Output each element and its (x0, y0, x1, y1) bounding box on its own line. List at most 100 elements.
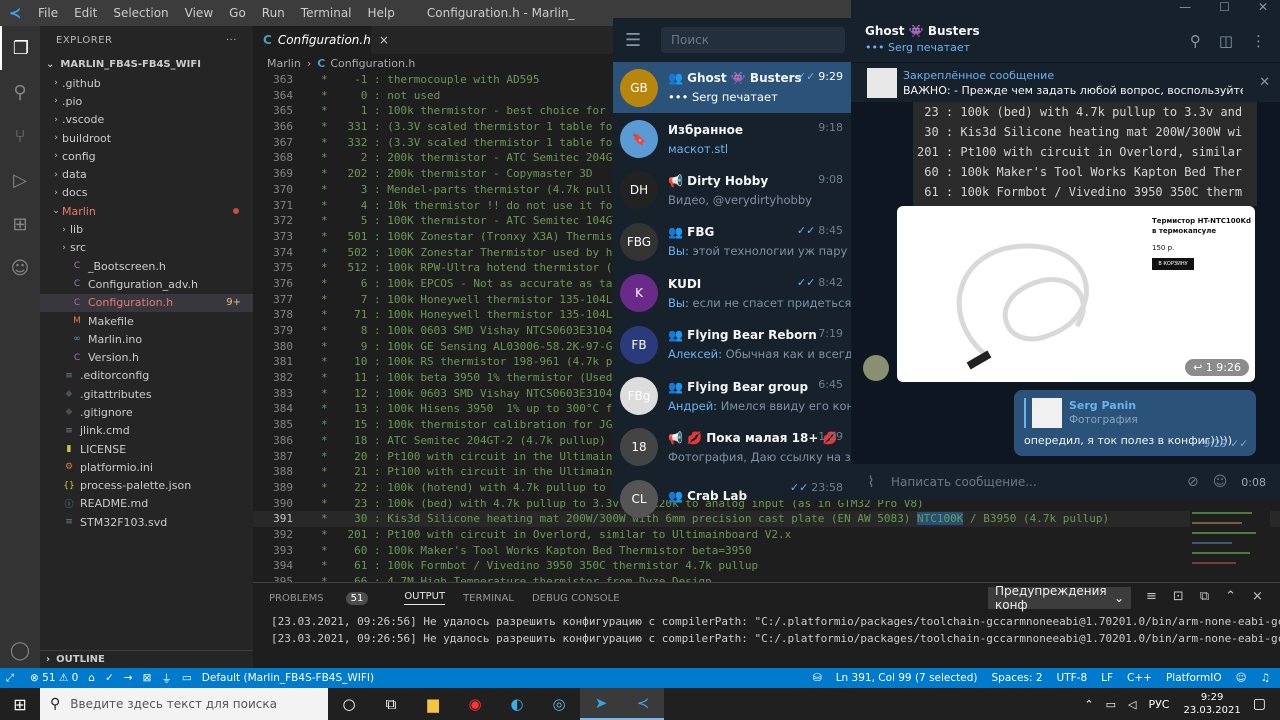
explorer-icon[interactable]: ❐ (0, 26, 40, 70)
lock-icon[interactable]: ⊡ (1173, 589, 1184, 604)
menu-file[interactable]: File (38, 6, 58, 20)
outline-section[interactable]: › OUTLINE (40, 650, 253, 668)
message-input[interactable]: Написать сообщение... (891, 475, 1187, 489)
tree-item[interactable]: C Configuration_adv.h (40, 275, 253, 293)
search-icon[interactable]: ⚲ (0, 70, 40, 114)
app-icon[interactable]: ◎ (538, 688, 580, 720)
tree-item[interactable]: ≡ .editorconfig (40, 367, 253, 385)
cortana-icon[interactable]: ○ (328, 688, 370, 720)
minimap[interactable] (1190, 502, 1270, 582)
taskbar-clock[interactable]: 9:29 23.03.2021 (1184, 691, 1241, 717)
vscode-taskbar-icon[interactable]: ≺ (622, 688, 664, 720)
tree-item[interactable]: › docs (40, 184, 253, 202)
tree-item[interactable]: ⌄ Marlin (40, 202, 253, 220)
outgoing-message[interactable]: Serg Panin Фотография опередил, я ток по… (1014, 390, 1256, 456)
menu-selection[interactable]: Selection (113, 6, 168, 20)
tree-item[interactable]: › lib (40, 220, 253, 238)
tree-item[interactable]: ⚙ platformio.ini (40, 458, 253, 476)
workspace-root[interactable]: ⌄ MARLIN_FB4S-FB4S_WIFI (40, 54, 253, 74)
tray-chevron-icon[interactable]: ⌃ (1084, 698, 1093, 711)
explorer-more-button[interactable]: ··· (226, 35, 237, 46)
status-problems[interactable]: ⊗ 51 ⚠ 0 (30, 672, 78, 684)
attach-icon[interactable]: ⌇ (851, 473, 891, 491)
voice-duration[interactable]: 0:08 (1241, 476, 1266, 489)
tree-item[interactable]: ∞ Marlin.ino (40, 330, 253, 348)
close-icon[interactable]: ✕ (1258, 0, 1268, 14)
taskbar-search[interactable]: ⚲ Введите здесь текст для поиска (40, 688, 328, 720)
menu-help[interactable]: Help (368, 6, 395, 20)
extensions-icon[interactable]: ⊞ (0, 202, 40, 246)
bot-command-icon[interactable]: ⊘ (1187, 474, 1199, 490)
list-icon[interactable]: ≡ (1146, 589, 1157, 604)
edge-icon[interactable]: ◐ (496, 688, 538, 720)
remote-icon[interactable]: ⤢ (0, 672, 20, 685)
tree-item[interactable]: ▮ LICENSE (40, 440, 253, 458)
hamburger-menu-icon[interactable]: ☰ (625, 30, 657, 51)
close-icon[interactable]: × (1252, 589, 1263, 604)
volume-icon[interactable]: ◁ (1128, 698, 1136, 711)
telegram-icon[interactable]: ➤ (580, 688, 622, 720)
status-platform[interactable]: PlatformIO (1166, 672, 1222, 684)
status-position[interactable]: Ln 391, Col 99 (7 selected) (836, 672, 978, 684)
chat-item[interactable]: GB 👥 Ghost 👾 Busters ••• Serg печатает ✓✓ 9:… (613, 62, 851, 114)
tree-item[interactable]: ◆ .gitignore (40, 403, 253, 421)
close-icon[interactable]: × (379, 33, 389, 47)
tree-item[interactable]: › .github (40, 74, 253, 92)
tree-item[interactable]: C Configuration.h 9+ (40, 293, 253, 312)
database-icon[interactable]: ⛁ (813, 672, 822, 684)
maximize-icon[interactable]: ⌃ (1225, 589, 1236, 604)
breadcrumb-folder[interactable]: Marlin (267, 57, 301, 70)
terminal-icon[interactable]: ▭ (182, 672, 192, 684)
chat-item[interactable]: FBg 👥 Flying Bear group Андрей: Имелся вви… (613, 370, 851, 421)
plug-icon[interactable]: ⏚ (161, 671, 172, 686)
build-check-icon[interactable]: ✓ (105, 672, 114, 684)
breadcrumb-file[interactable]: Configuration.h (330, 57, 415, 70)
menu-go[interactable]: Go (229, 6, 246, 20)
sidebar-toggle-icon[interactable]: ◫ (1219, 32, 1233, 50)
tree-item[interactable]: ◆ .gitattributes (40, 385, 253, 403)
home-icon[interactable]: ⌂ (88, 672, 95, 684)
avatar[interactable] (863, 355, 889, 381)
chat-item[interactable]: 🔖 Избранное маскот.stl 9:18 (613, 113, 851, 164)
status-spaces[interactable]: Spaces: 2 (992, 672, 1043, 684)
tree-item[interactable]: M Makefile (40, 312, 253, 330)
chat-item[interactable]: DH 📢 Dirty Hobby Видео, @verydirtyhobby 9:0… (613, 165, 851, 216)
feedback-icon[interactable]: ☺ (1236, 672, 1247, 684)
unpin-icon[interactable]: ✕ (1259, 75, 1270, 90)
chat-item[interactable]: KKUDIВы: если не спасет придеться и...✓✓… (613, 268, 851, 319)
status-eol[interactable]: LF (1101, 672, 1113, 684)
platformio-icon[interactable]: ☺ (0, 246, 40, 290)
emoji-icon[interactable]: ☺ (1213, 474, 1228, 490)
search-icon[interactable]: ⚲ (1190, 32, 1201, 50)
file-explorer-icon[interactable]: ▆ (412, 688, 454, 720)
tab-terminal[interactable]: TERMINAL (463, 593, 514, 604)
copy-icon[interactable]: ⧉ (1200, 589, 1209, 604)
tree-item[interactable]: ≡ STM32F103.svd (40, 513, 253, 531)
menu-run[interactable]: Run (262, 6, 285, 20)
source-control-icon[interactable]: ⑂ (0, 114, 40, 158)
chat-item[interactable]: 18 📢 💋 Пока малая 18+ 💋 Фотография, Даю сс… (613, 422, 851, 473)
notification-center-icon[interactable]: ▢ (1253, 696, 1266, 712)
menu-terminal[interactable]: Terminal (301, 6, 352, 20)
telegram-search-input[interactable]: Поиск (661, 27, 845, 53)
maximize-icon[interactable]: ☐ (1219, 0, 1230, 14)
tree-item[interactable]: C Version.h (40, 348, 253, 366)
tab-output[interactable]: OUTPUT (404, 591, 446, 605)
tree-item[interactable]: › src (40, 239, 253, 257)
photo-reply-badge[interactable]: ↩ 1 9:26 (1185, 359, 1249, 376)
tree-item[interactable]: › config (40, 147, 253, 165)
tree-item[interactable]: C _Bootscreen.h (40, 257, 253, 275)
pinned-message[interactable]: Закреплённое сообщение ВАЖНО: - Прежде ч… (851, 62, 1280, 102)
run-debug-icon[interactable]: ▷ (0, 158, 40, 202)
tab-debug-console[interactable]: DEBUG CONSOLE (532, 593, 620, 604)
code-screenshot-image[interactable]: 23 : 100k (bed) with 4.7k pullup to 3.3v… (913, 102, 1257, 206)
windows-start-icon[interactable]: ⊞ (0, 695, 40, 714)
chat-item[interactable]: FBG👥 FBGВы: этой технологии уж пару ле..… (613, 216, 851, 267)
tree-item[interactable]: › data (40, 165, 253, 183)
product-photo[interactable]: Термистор HT-NTC100Kd в термокапсуле 150… (897, 206, 1255, 382)
tab-configuration-h[interactable]: C Configuration.h × (253, 26, 389, 54)
status-environment[interactable]: Default (Marlin_FB4S-FB4S_WIFI) (202, 672, 374, 684)
tree-item[interactable]: › .vscode (40, 111, 253, 129)
notifications-icon[interactable]: ♫ (1261, 672, 1270, 684)
yandex-browser-icon[interactable]: ◉ (454, 688, 496, 720)
